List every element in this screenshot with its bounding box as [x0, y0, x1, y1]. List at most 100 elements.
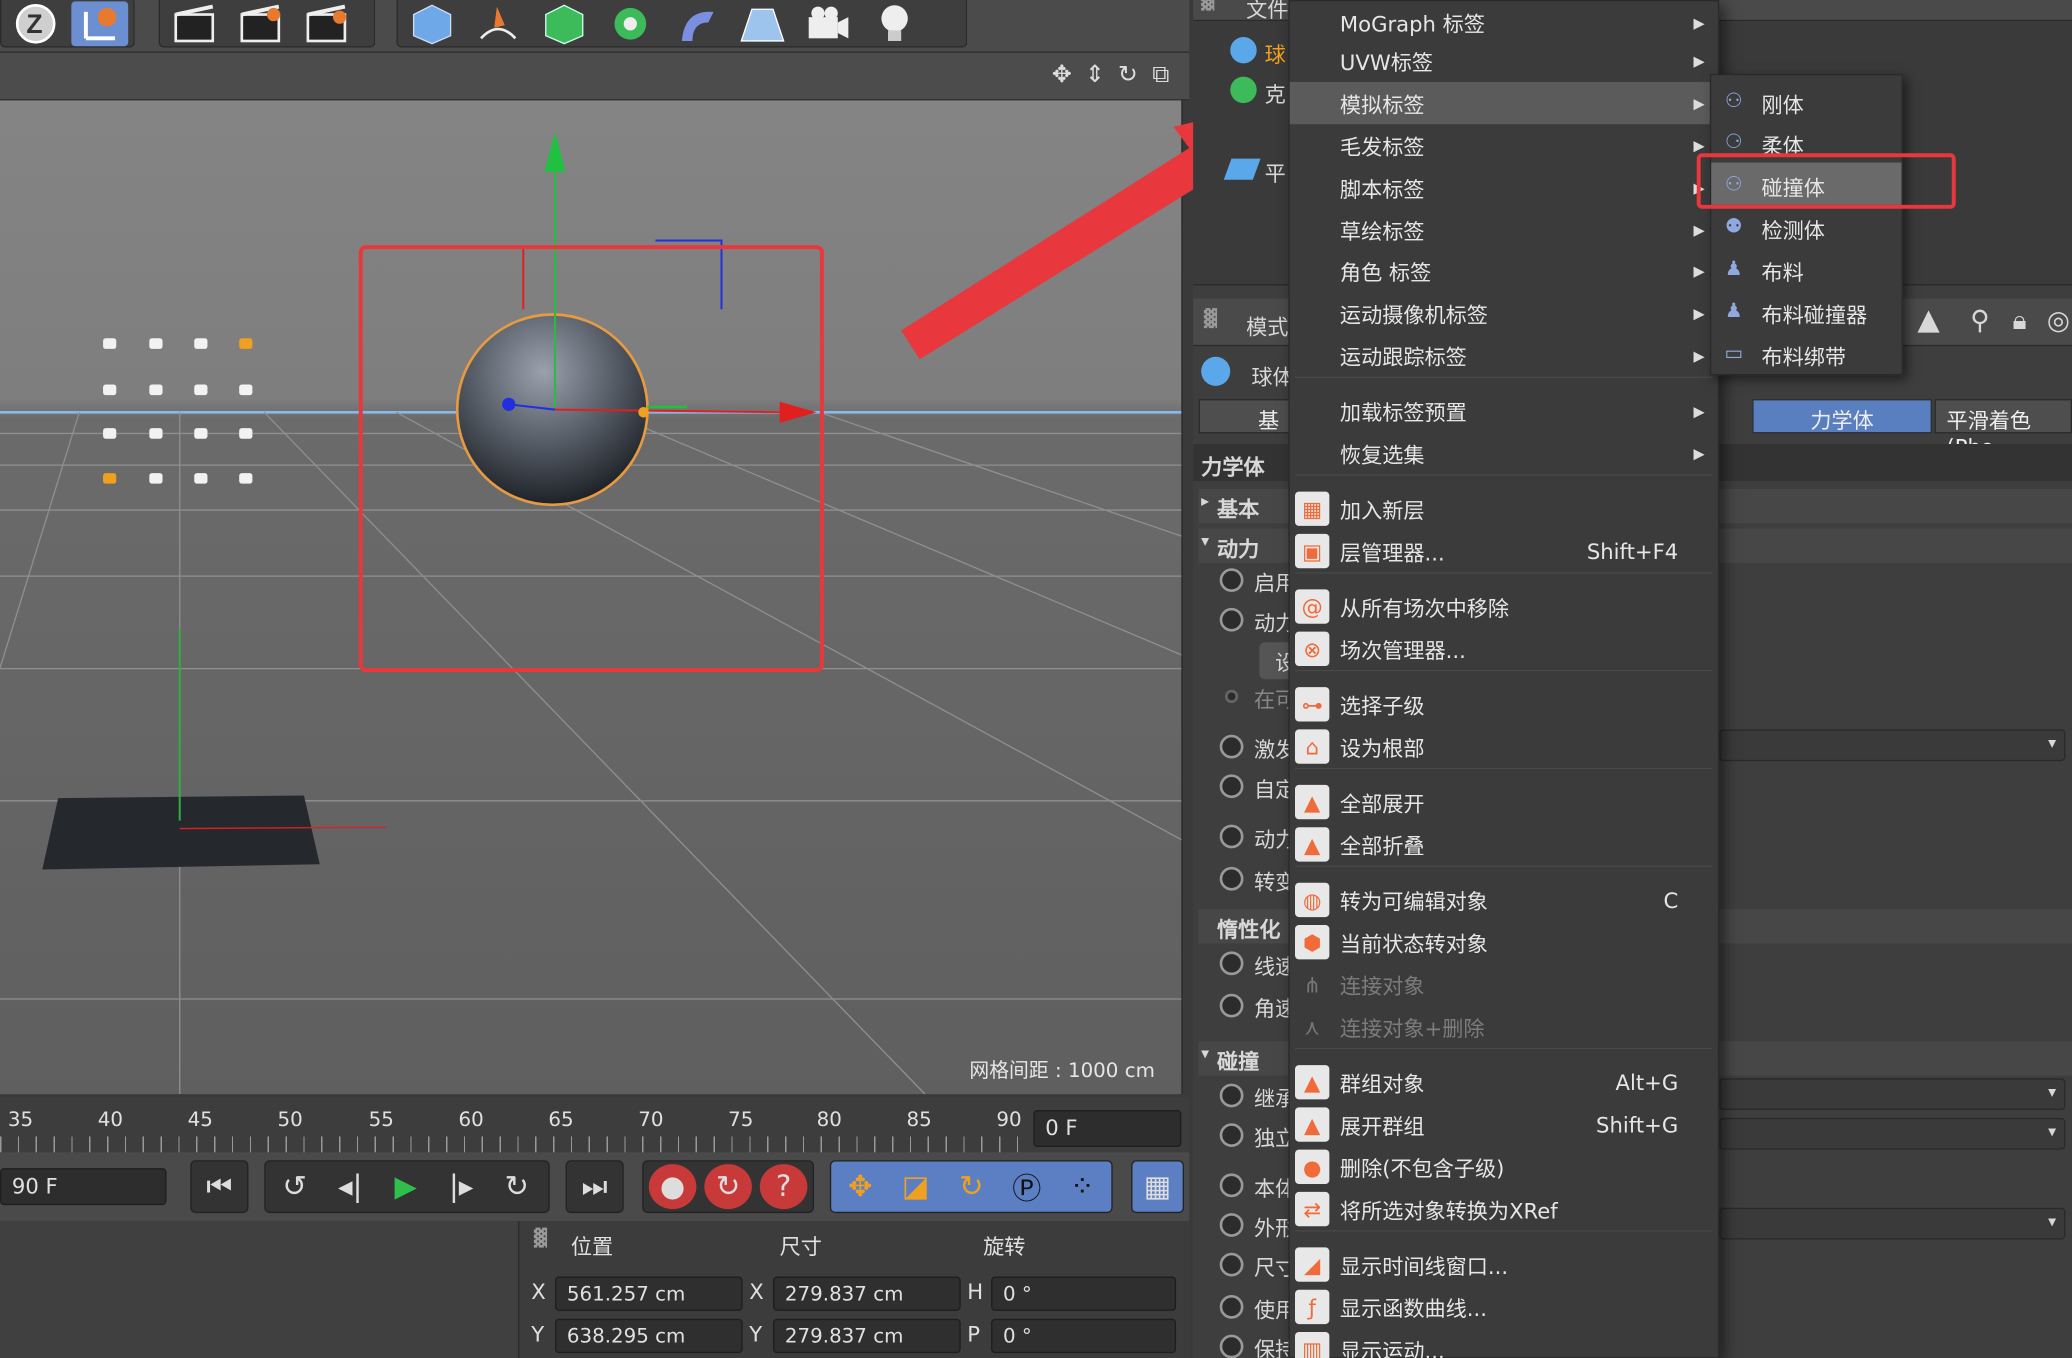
menu-item[interactable]: 恢复选集 ▶: [1290, 432, 1718, 474]
lock-icon[interactable]: 🔒︎: [2013, 304, 2027, 336]
attr-radio[interactable]: [1219, 1083, 1244, 1108]
next-key-icon[interactable]: ↻: [493, 1164, 541, 1209]
size-field[interactable]: 279.837 cm: [773, 1318, 961, 1354]
attr-dropdown[interactable]: ▾: [1719, 1117, 2066, 1150]
key-move-icon[interactable]: ✥: [836, 1164, 884, 1209]
attr-radio[interactable]: [1219, 1173, 1244, 1198]
menu-item[interactable]: 脚本标签 ▶: [1290, 167, 1718, 209]
attr-radio[interactable]: [1219, 1334, 1244, 1358]
menu-item[interactable]: ◢ 显示时间线窗口...: [1290, 1243, 1718, 1285]
tab-dynamics[interactable]: 力学体: [1752, 399, 1932, 434]
attr-radio[interactable]: [1219, 568, 1244, 593]
rotation-field[interactable]: 0 °: [991, 1318, 1177, 1354]
menu-item[interactable]: ⌂ 设为根部: [1290, 725, 1718, 767]
attr-menu-mode[interactable]: 模式: [1246, 309, 1288, 341]
menu-item[interactable]: ƒ 显示函数曲线...: [1290, 1286, 1718, 1328]
rotation-field[interactable]: 0 °: [991, 1276, 1177, 1311]
menu-item[interactable]: 草绘标签 ▶: [1290, 209, 1718, 251]
menu-item[interactable]: ◍ 转为可编辑对象 C: [1290, 879, 1718, 921]
cursor-arrow-icon[interactable]: ▲: [1917, 304, 1939, 337]
attr-dropdown[interactable]: ▾: [1719, 729, 2066, 762]
attr-radio[interactable]: [1219, 1213, 1244, 1237]
menu-item-label: 显示函数曲线...: [1339, 1296, 1487, 1322]
menu-item[interactable]: ⋔ 连接对象: [1290, 963, 1718, 1005]
menu-item[interactable]: @ 从所有场次中移除: [1290, 585, 1718, 627]
submenu-item[interactable]: ⚇ 刚体: [1711, 79, 1901, 121]
object-item-sphere[interactable]: 球: [1265, 37, 1286, 69]
tab-phong[interactable]: 平滑着色(Pho: [1934, 399, 2072, 460]
prev-frame-icon[interactable]: ◂|: [326, 1164, 374, 1209]
menu-item-label: 恢复选集: [1339, 442, 1425, 468]
search-icon[interactable]: ⚲: [1970, 304, 1989, 336]
disclosure-triangle-icon[interactable]: ▾: [1201, 531, 1209, 550]
object-item-plane[interactable]: 平: [1265, 156, 1286, 188]
transport-bar: 90 F ⏮ ↺ ◂| ▶ |▸ ↻ ⏭ ● ↻ ? ✥ ◪ ↻ Ⓟ ⁘ ▦: [0, 1152, 1190, 1222]
film-strip-icon[interactable]: ▦: [1138, 1164, 1178, 1209]
menu-item[interactable]: ⊗ 场次管理器...: [1290, 628, 1718, 670]
menu-item[interactable]: 毛发标签 ▶: [1290, 124, 1718, 166]
menu-item[interactable]: 运动摄像机标签 ▶: [1290, 292, 1718, 334]
menu-separator: [1295, 865, 1713, 867]
position-field[interactable]: 638.295 cm: [555, 1318, 743, 1354]
key-help-icon[interactable]: ?: [759, 1164, 808, 1210]
submenu-item[interactable]: ⚉ 检测体: [1711, 205, 1901, 247]
menu-item[interactable]: ▲ 展开群组 Shift+G: [1290, 1103, 1718, 1145]
submenu-item[interactable]: ▭ 布料绑带: [1711, 332, 1901, 374]
menu-item[interactable]: 加载标签预置 ▶: [1290, 390, 1718, 432]
disclosure-triangle-icon[interactable]: ▾: [1201, 1044, 1209, 1063]
record-key-icon[interactable]: ●: [648, 1164, 697, 1210]
position-field[interactable]: 561.257 cm: [555, 1276, 743, 1311]
menu-item[interactable]: ⊶ 选择子级: [1290, 683, 1718, 725]
key-points-icon[interactable]: ⁘: [1058, 1164, 1106, 1209]
key-parameter-icon[interactable]: Ⓟ: [1003, 1164, 1051, 1209]
attr-radio[interactable]: [1219, 734, 1244, 759]
menu-item[interactable]: 运动跟踪标签 ▶: [1290, 334, 1718, 376]
menu-item[interactable]: UVW标签 ▶: [1290, 40, 1718, 82]
menu-item[interactable]: ● 删除(不包含子级): [1290, 1146, 1718, 1188]
attr-radio[interactable]: [1219, 951, 1244, 976]
attr-radio[interactable]: [1219, 607, 1244, 632]
attr-radio[interactable]: [1219, 1123, 1244, 1148]
attr-dropdown[interactable]: ▾: [1719, 1207, 2066, 1240]
auto-key-icon[interactable]: ↻: [704, 1164, 752, 1210]
attr-dropdown[interactable]: ▾: [1719, 1078, 2066, 1111]
play-icon[interactable]: ▶: [382, 1164, 430, 1209]
attr-radio[interactable]: [1219, 774, 1244, 799]
end-frame-field[interactable]: 90 F: [0, 1168, 167, 1206]
menu-item[interactable]: ▲ 全部展开: [1290, 781, 1718, 823]
disclosure-triangle-icon[interactable]: ▸: [1201, 492, 1209, 511]
menu-item[interactable]: MoGraph 标签 ▶: [1290, 1, 1718, 43]
attr-radio[interactable]: [1219, 993, 1244, 1018]
current-frame-field[interactable]: 0 F: [1033, 1110, 1182, 1148]
attr-radio[interactable]: [1224, 689, 1239, 704]
menu-item[interactable]: ▲ 全部折叠: [1290, 823, 1718, 865]
tab-basic[interactable]: 基: [1198, 399, 1292, 434]
size-field[interactable]: 279.837 cm: [773, 1276, 961, 1311]
key-scale-icon[interactable]: ◪: [892, 1164, 940, 1209]
attr-radio[interactable]: [1219, 1252, 1244, 1277]
menu-item[interactable]: ▥ 显示运动...: [1290, 1328, 1718, 1358]
menu-item[interactable]: 角色 标签 ▶: [1290, 250, 1718, 292]
new-window-icon[interactable]: ◎: [2047, 304, 2070, 336]
menu-item[interactable]: 模拟标签 ▶: [1289, 81, 1718, 125]
prev-key-icon[interactable]: ↺: [271, 1164, 319, 1209]
attr-radio[interactable]: [1219, 866, 1244, 891]
attr-radio[interactable]: [1219, 1295, 1244, 1319]
go-to-start-icon[interactable]: ⏮: [197, 1164, 242, 1209]
submenu-item[interactable]: ♟ 布料碰撞器: [1711, 289, 1901, 331]
menu-item[interactable]: ⬢ 当前状态转对象: [1290, 921, 1718, 963]
object-item-cloner[interactable]: 克: [1265, 77, 1286, 109]
menu-item[interactable]: ▣ 层管理器... Shift+F4: [1290, 530, 1718, 572]
f-curve-icon: ƒ: [1295, 1289, 1330, 1325]
menu-item[interactable]: ▦ 加入新层: [1290, 488, 1718, 530]
key-rotate-icon[interactable]: ↻: [947, 1164, 995, 1209]
next-frame-icon[interactable]: |▸: [437, 1164, 485, 1209]
menu-item[interactable]: ⇄ 将所选对象转换为XRef: [1290, 1188, 1718, 1230]
go-to-end-icon[interactable]: ⏭: [572, 1164, 617, 1209]
submenu-item[interactable]: ♟ 布料: [1711, 247, 1901, 289]
chevron-down-icon: ▾: [2048, 1211, 2057, 1231]
menu-item[interactable]: ▲ 群组对象 Alt+G: [1290, 1061, 1718, 1103]
attr-radio[interactable]: [1219, 824, 1244, 849]
menu-item[interactable]: ⋏ 连接对象+删除: [1290, 1006, 1718, 1048]
timeline-tick-label: 90: [996, 1107, 1022, 1132]
